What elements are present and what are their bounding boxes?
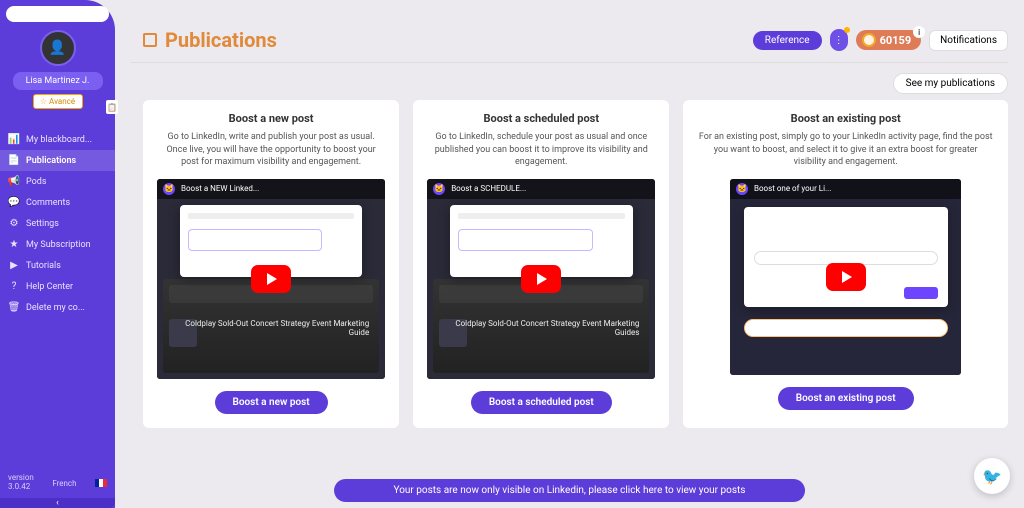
sidebar-item-label: Publications [26,156,76,166]
sidebar-item-label: Help Center [26,282,73,292]
play-icon: ▶ [8,260,20,271]
card-desc: Go to LinkedIn, schedule your post as us… [427,131,655,169]
sidebar-item-label: Settings [26,219,59,229]
card-boost-new: Boost a new post Go to LinkedIn, write a… [143,100,399,428]
sidebar-item-label: My blackboard... [26,135,92,145]
sidebar-item-publications[interactable]: 📄 Publications [0,150,115,171]
sidebar: 👤 Lisa Martinez J. Avancé 📋 📊 My blackbo… [0,0,115,508]
more-menu-button[interactable]: ⋮ [830,29,848,51]
sidebar-item-label: Pods [26,177,46,187]
boost-new-button[interactable]: Boost a new post [215,391,328,414]
coin-amount: 60159 [880,34,912,47]
video-boost-scheduled[interactable]: Coldplay Sold-Out Concert Strategy Event… [427,179,655,379]
card-boost-existing: Boost an existing post For an existing p… [683,100,1008,428]
reference-button[interactable]: Reference [753,31,822,50]
collapse-sidebar-button[interactable]: ‹ [0,498,115,508]
video-title: Boost a NEW Linked... [181,184,259,193]
sidebar-item-label: My Subscription [26,240,91,250]
question-icon: ? [8,281,20,292]
card-title: Boost a scheduled post [484,112,600,125]
user-name[interactable]: Lisa Martinez J. [13,72,103,90]
sidebar-item-comments[interactable]: 💬 Comments [0,192,115,213]
boost-scheduled-button[interactable]: Boost a scheduled post [471,391,612,414]
coin-balance[interactable]: 60159 i [856,30,922,50]
comment-icon: 💬 [8,197,20,208]
feed-caption: Coldplay Sold-Out Concert Strategy Event… [163,319,369,337]
video-title: Boost one of your Li... [754,184,831,193]
publications-icon [143,33,157,47]
main: Publications Reference ⋮ 60159 i Notific… [115,0,1024,508]
sidebar-item-subscription[interactable]: ★ My Subscription [0,234,115,255]
sidebar-item-label: Delete my co... [26,303,85,313]
sidebar-item-blackboard[interactable]: 📊 My blackboard... [0,129,115,150]
document-icon: 📄 [8,155,20,166]
page-title-text: Publications [165,28,277,52]
top-actions: Reference ⋮ 60159 i Notifications [753,29,1008,51]
search-input[interactable] [6,6,109,22]
star-icon: ★ [8,239,20,250]
sidebar-footer: version 3.0.42 French [0,468,115,498]
trash-icon: 🗑 [8,302,20,313]
video-logo-icon: 🐱 [433,183,445,195]
video-boost-existing[interactable]: 🐱 Boost one of your Li... [730,179,961,375]
notifications-button[interactable]: Notifications [929,30,1008,51]
card-desc: Go to LinkedIn, write and publish your p… [157,131,385,169]
gear-icon: ⚙ [8,218,20,229]
avatar[interactable]: 👤 [40,30,76,66]
nav: 📊 My blackboard... 📄 Publications 📢 Pods… [0,129,115,318]
sidebar-item-label: Tutorials [26,261,61,271]
user-level-badge: Avancé [33,94,83,109]
video-logo-icon: 🐱 [736,183,748,195]
chart-icon: 📊 [8,134,20,145]
linkedin-banner[interactable]: Your posts are now only visible on Linke… [334,479,806,502]
megaphone-icon: 📢 [8,176,20,187]
card-title: Boost a new post [229,112,314,125]
sidebar-item-label: Comments [26,198,70,208]
flag-fr-icon [95,479,107,487]
topbar: Publications Reference ⋮ 60159 i Notific… [125,0,1014,62]
sidebar-item-tutorials[interactable]: ▶ Tutorials [0,255,115,276]
page-title: Publications [143,28,277,52]
play-icon[interactable] [251,265,291,293]
card-boost-scheduled: Boost a scheduled post Go to LinkedIn, s… [413,100,669,428]
boost-existing-button[interactable]: Boost an existing post [778,387,914,410]
cards-row: Boost a new post Go to LinkedIn, write a… [125,100,1014,428]
card-title: Boost an existing post [791,112,901,125]
sidebar-item-settings[interactable]: ⚙ Settings [0,213,115,234]
sidebar-item-delete[interactable]: 🗑 Delete my co... [0,297,115,318]
info-icon[interactable]: i [913,26,925,38]
language-select[interactable]: French [52,479,76,488]
coin-icon [862,33,876,47]
video-boost-new[interactable]: Coldplay Sold-Out Concert Strategy Event… [157,179,385,379]
sidebar-item-help[interactable]: ? Help Center [0,276,115,297]
card-desc: For an existing post, simply go to your … [697,131,994,169]
video-title: Boost a SCHEDULE... [451,184,526,193]
see-publications-button[interactable]: See my publications [893,73,1008,94]
sidebar-item-pods[interactable]: 📢 Pods [0,171,115,192]
feed-caption: Coldplay Sold-Out Concert Strategy Event… [433,319,639,337]
play-icon[interactable] [826,263,866,291]
play-icon[interactable] [521,265,561,293]
version-number: 3.0.42 [8,483,34,492]
video-logo-icon: 🐱 [163,183,175,195]
chat-bubble-button[interactable]: 🐦 [974,458,1010,494]
